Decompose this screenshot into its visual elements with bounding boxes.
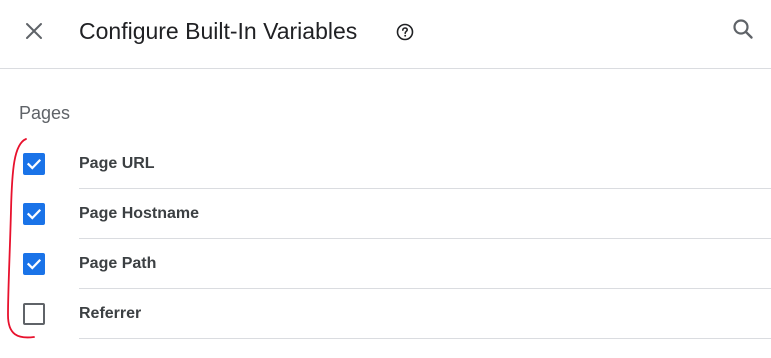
section-label-pages: Pages — [19, 103, 71, 123]
variable-row-page-url[interactable]: Page URL — [0, 139, 771, 189]
checkmark-icon — [26, 158, 42, 170]
close-button[interactable] — [18, 15, 50, 47]
variable-label: Page Hostname — [79, 205, 200, 222]
row-divider — [79, 338, 771, 339]
checkmark-icon — [26, 258, 42, 270]
configure-variables-panel: Configure Built-In Variables Pages Page … — [0, 0, 771, 358]
page-path-checkbox[interactable] — [23, 253, 45, 275]
variable-row-referrer[interactable]: Referrer — [0, 289, 771, 339]
help-circle-icon — [396, 23, 414, 41]
referrer-checkbox[interactable] — [23, 303, 45, 325]
page-hostname-checkbox[interactable] — [23, 203, 45, 225]
search-button[interactable] — [727, 13, 759, 45]
panel-header: Configure Built-In Variables — [0, 0, 771, 69]
variable-row-page-hostname[interactable]: Page Hostname — [0, 189, 771, 239]
variable-label: Page URL — [79, 155, 155, 172]
close-icon — [26, 23, 42, 39]
panel-title: Configure Built-In Variables — [79, 18, 358, 44]
search-icon — [733, 19, 753, 39]
help-button[interactable] — [395, 22, 415, 42]
variable-row-page-path[interactable]: Page Path — [0, 239, 771, 289]
variable-label: Page Path — [79, 255, 157, 272]
variable-label: Referrer — [79, 305, 142, 322]
page-url-checkbox[interactable] — [23, 153, 45, 175]
checkmark-icon — [26, 208, 42, 220]
